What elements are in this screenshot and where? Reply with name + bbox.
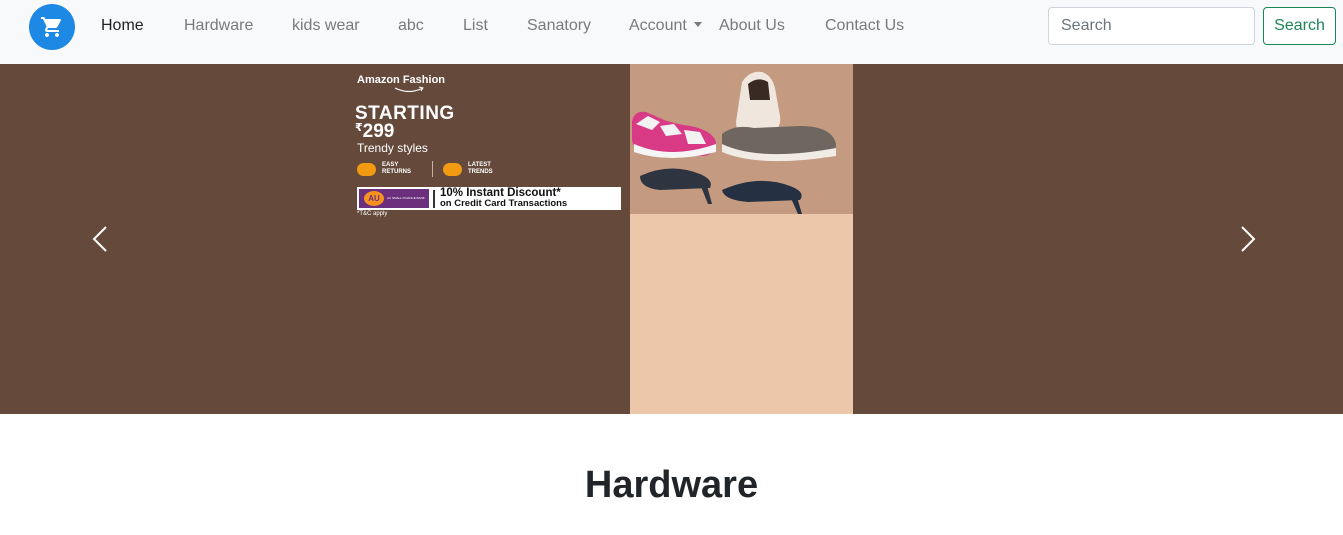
hero-carousel: Amazon Fashion STARTING ₹299 Trendy styl…: [0, 64, 1343, 414]
return-box-icon: [357, 162, 376, 176]
feature-label: LATEST TRENDS: [468, 162, 493, 175]
carousel-prev-button[interactable]: [86, 224, 116, 254]
feature-latest-trends: LATEST TRENDS: [443, 162, 493, 176]
nav-link-sanatory[interactable]: Sanatory: [527, 17, 591, 35]
chevron-left-icon: [92, 226, 107, 252]
nav-link-kids-wear[interactable]: kids wear: [292, 17, 360, 35]
feature-divider: [432, 161, 433, 177]
nav-link-contact-us[interactable]: Contact Us: [825, 17, 904, 35]
feature-label: EASY RETURNS: [382, 162, 412, 175]
search-button[interactable]: Search: [1263, 7, 1336, 45]
amazon-smile-icon: [394, 86, 424, 93]
au-bank-mark: AU: [364, 191, 384, 206]
price-value: 299: [362, 121, 395, 142]
bank-offer: AU AU SMALL FINANCE BANK 10% Instant Dis…: [357, 187, 621, 210]
banner-brand: Amazon Fashion: [357, 74, 446, 86]
au-bank-name: AU SMALL FINANCE BANK: [387, 196, 425, 200]
nav-link-home[interactable]: Home: [101, 17, 144, 35]
section-title: Hardware: [584, 464, 759, 506]
banner-tagline: Trendy styles: [357, 141, 428, 155]
offer-texts: 10% Instant Discount* on Credit Card Tra…: [440, 187, 568, 209]
banner-price: ₹299: [355, 121, 394, 143]
carousel-next-button[interactable]: [1232, 224, 1262, 254]
offer-divider: [433, 189, 435, 208]
chevron-right-icon: [1241, 226, 1256, 252]
terms-note: *T&C apply: [357, 211, 388, 217]
feature-easy-returns: EASY RETURNS: [357, 162, 411, 176]
navbar: Home Hardware kids wear abc List Sanator…: [0, 0, 1343, 64]
nav-link-list[interactable]: List: [463, 17, 488, 35]
trend-tag-icon: [443, 162, 462, 176]
shoes-illustration: [630, 64, 853, 414]
nav-link-about-us[interactable]: About Us: [719, 17, 785, 35]
offer-main-text: 10% Instant Discount*: [440, 187, 561, 199]
au-bank-logo: AU AU SMALL FINANCE BANK: [359, 189, 429, 208]
offer-sub-text: on Credit Card Transactions: [440, 198, 568, 209]
nav-link-abc[interactable]: abc: [398, 17, 424, 35]
nav-dropdown-account[interactable]: Account: [629, 17, 702, 35]
nav-link-account-label: Account: [629, 17, 687, 34]
search-input[interactable]: [1048, 7, 1255, 45]
nav-link-hardware[interactable]: Hardware: [184, 17, 253, 35]
currency-symbol: ₹: [355, 122, 363, 134]
shoes-product-image[interactable]: [630, 64, 853, 414]
shopping-cart-icon: [41, 17, 62, 37]
caret-down-icon: [693, 22, 702, 27]
brand-logo[interactable]: [29, 4, 75, 50]
